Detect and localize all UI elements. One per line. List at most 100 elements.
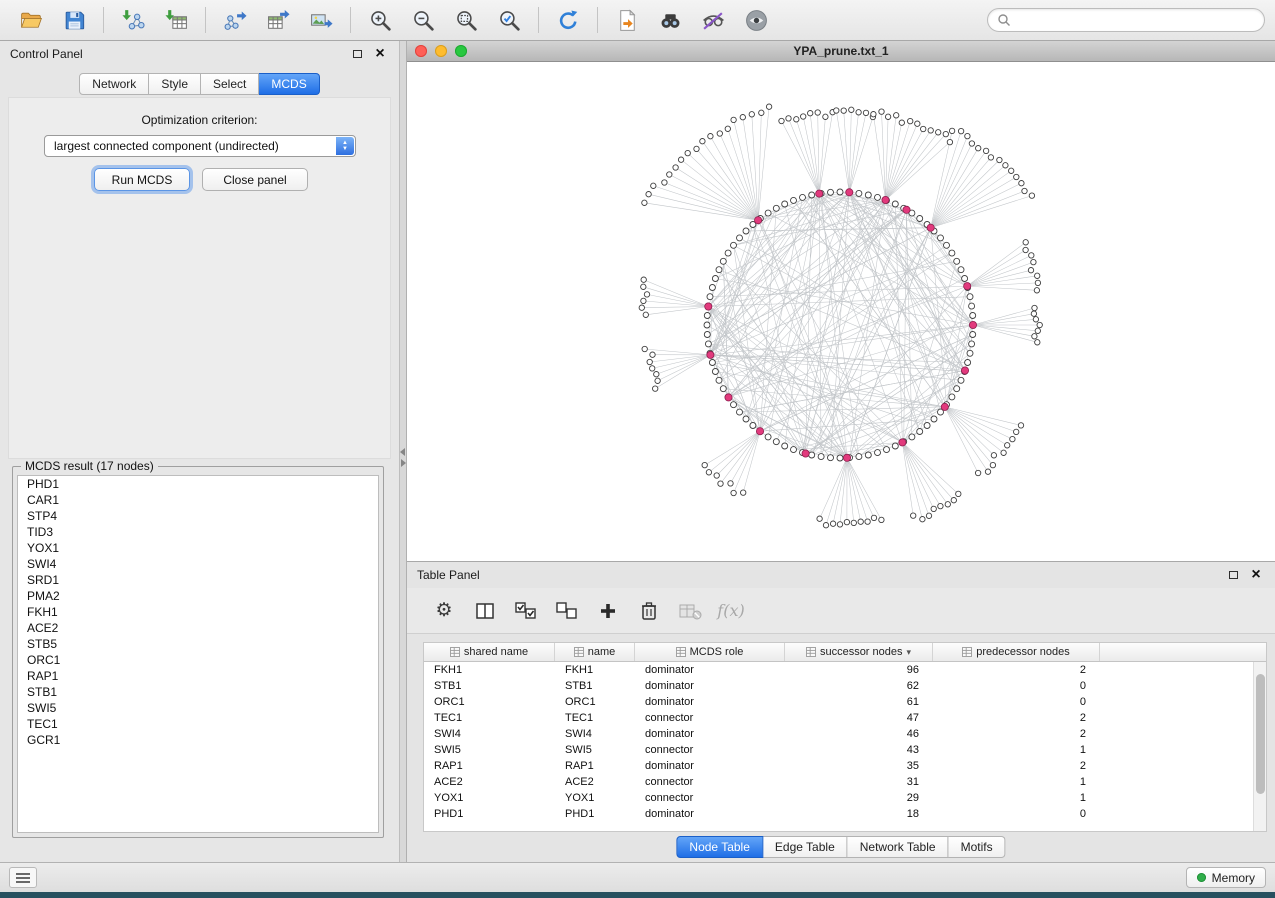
table-body: FKH1 FKH1 dominator 96 2 STB1 STB1 domin… xyxy=(424,662,1253,831)
float-table-panel-button[interactable] xyxy=(1224,566,1242,584)
refresh-icon xyxy=(556,8,581,33)
show-columns-button[interactable] xyxy=(472,598,498,624)
mcds-result-item[interactable]: STP4 xyxy=(18,508,378,524)
mcds-result-item[interactable]: GCR1 xyxy=(18,732,378,748)
close-icon: × xyxy=(1251,567,1260,583)
column-header-predecessor-nodes[interactable]: predecessor nodes xyxy=(933,643,1100,661)
mcds-result-item[interactable]: RAP1 xyxy=(18,668,378,684)
show-all-button[interactable] xyxy=(735,2,777,38)
table-row[interactable]: PHD1 PHD1 dominator 18 0 xyxy=(424,806,1253,822)
tab-node-table[interactable]: Node Table xyxy=(676,836,763,858)
select-all-button[interactable] xyxy=(513,598,539,624)
zoom-fit-button[interactable] xyxy=(445,2,487,38)
memory-button[interactable]: Memory xyxy=(1186,867,1266,888)
search-input[interactable] xyxy=(1016,13,1255,27)
table-settings-button[interactable]: ⚙ xyxy=(431,598,457,624)
panel-splitter[interactable] xyxy=(400,41,407,862)
tab-network[interactable]: Network xyxy=(79,73,149,95)
toolbar-separator xyxy=(350,7,351,33)
export-network-button[interactable] xyxy=(214,2,256,38)
mcds-result-item[interactable]: PMA2 xyxy=(18,588,378,604)
mcds-result-item[interactable]: YOX1 xyxy=(18,540,378,556)
cell-mcds-role: dominator xyxy=(635,760,785,772)
tab-mcds[interactable]: MCDS xyxy=(259,73,319,95)
close-table-panel-button[interactable]: × xyxy=(1247,566,1265,584)
window-close-button[interactable] xyxy=(415,45,427,57)
cell-name: RAP1 xyxy=(555,760,635,772)
mcds-result-item[interactable]: SWI4 xyxy=(18,556,378,572)
cell-predecessor-nodes: 1 xyxy=(933,792,1100,804)
export-document-button[interactable] xyxy=(606,2,648,38)
table-row[interactable]: ORC1 ORC1 dominator 61 0 xyxy=(424,694,1253,710)
table-row[interactable]: YOX1 YOX1 connector 29 1 xyxy=(424,790,1253,806)
columns-icon xyxy=(474,600,496,622)
mcds-result-item[interactable]: TID3 xyxy=(18,524,378,540)
table-row[interactable]: STB1 STB1 dominator 62 0 xyxy=(424,678,1253,694)
scrollbar-thumb[interactable] xyxy=(1256,674,1265,794)
refresh-layout-button[interactable] xyxy=(547,2,589,38)
close-panel-page-button[interactable]: Close panel xyxy=(202,168,308,191)
memory-label: Memory xyxy=(1212,871,1255,885)
zoom-selected-button[interactable] xyxy=(488,2,530,38)
tab-network-table[interactable]: Network Table xyxy=(848,836,949,858)
export-table-button[interactable] xyxy=(257,2,299,38)
cell-name: STB1 xyxy=(555,680,635,692)
hide-selection-button[interactable] xyxy=(692,2,734,38)
control-panel-header: Control Panel × xyxy=(0,41,399,67)
mcds-result-group: MCDS result (17 nodes) PHD1 CAR1 STP4 TI… xyxy=(12,466,384,838)
table-row[interactable]: ACE2 ACE2 connector 31 1 xyxy=(424,774,1253,790)
zoom-out-button[interactable] xyxy=(402,2,444,38)
table-row[interactable]: RAP1 RAP1 dominator 35 2 xyxy=(424,758,1253,774)
mcds-result-item[interactable]: STB5 xyxy=(18,636,378,652)
window-zoom-button[interactable] xyxy=(455,45,467,57)
table-row[interactable]: TEC1 TEC1 connector 47 2 xyxy=(424,710,1253,726)
cell-predecessor-nodes: 2 xyxy=(933,712,1100,724)
import-network-button[interactable] xyxy=(112,2,154,38)
cell-successor-nodes: 96 xyxy=(785,664,933,676)
float-panel-button[interactable] xyxy=(348,45,366,63)
cell-successor-nodes: 46 xyxy=(785,728,933,740)
criterion-select[interactable]: largest connected component (undirected)… xyxy=(44,135,356,157)
mcds-result-item[interactable]: PHD1 xyxy=(18,476,378,492)
mcds-result-item[interactable]: SRD1 xyxy=(18,572,378,588)
window-minimize-button[interactable] xyxy=(435,45,447,57)
mcds-result-item[interactable]: CAR1 xyxy=(18,492,378,508)
mcds-result-item[interactable]: FKH1 xyxy=(18,604,378,620)
run-mcds-button[interactable]: Run MCDS xyxy=(94,168,190,191)
table-toolbar: ⚙ xyxy=(407,588,1275,634)
mcds-result-item[interactable]: ORC1 xyxy=(18,652,378,668)
close-panel-button[interactable]: × xyxy=(371,45,389,63)
mcds-result-item[interactable]: ACE2 xyxy=(18,620,378,636)
table-row[interactable]: SWI5 SWI5 connector 43 1 xyxy=(424,742,1253,758)
tab-edge-table[interactable]: Edge Table xyxy=(763,836,848,858)
control-panel-tabs: Network Style Select MCDS xyxy=(0,73,399,95)
tab-motifs[interactable]: Motifs xyxy=(949,836,1006,858)
column-header-shared-name[interactable]: shared name xyxy=(424,643,555,661)
open-file-button[interactable] xyxy=(10,2,52,38)
export-image-button[interactable] xyxy=(300,2,342,38)
column-header-name[interactable]: name xyxy=(555,643,635,661)
tab-style[interactable]: Style xyxy=(149,73,201,95)
cell-mcds-role: dominator xyxy=(635,808,785,820)
tab-select[interactable]: Select xyxy=(201,73,259,95)
save-session-button[interactable] xyxy=(53,2,95,38)
table-scrollbar[interactable] xyxy=(1253,662,1266,831)
mcds-result-item[interactable]: STB1 xyxy=(18,684,378,700)
column-header-mcds-role[interactable]: MCDS role xyxy=(635,643,785,661)
delete-row-button[interactable] xyxy=(636,598,662,624)
mcds-result-item[interactable]: TEC1 xyxy=(18,716,378,732)
search-network-button[interactable] xyxy=(649,2,691,38)
import-table-button[interactable] xyxy=(155,2,197,38)
splitter-arrows-icon xyxy=(400,447,407,467)
add-row-button[interactable] xyxy=(595,598,621,624)
zoom-in-button[interactable] xyxy=(359,2,401,38)
panel-menu-button[interactable] xyxy=(9,867,37,888)
mcds-result-item[interactable]: SWI5 xyxy=(18,700,378,716)
unselect-all-button[interactable] xyxy=(554,598,580,624)
network-canvas[interactable] xyxy=(407,62,1275,561)
table-row[interactable]: FKH1 FKH1 dominator 96 2 xyxy=(424,662,1253,678)
status-bar: Memory xyxy=(0,862,1275,892)
document-share-icon xyxy=(615,8,640,33)
column-header-successor-nodes[interactable]: successor nodes ▾ xyxy=(785,643,933,661)
table-row[interactable]: SWI4 SWI4 dominator 46 2 xyxy=(424,726,1253,742)
